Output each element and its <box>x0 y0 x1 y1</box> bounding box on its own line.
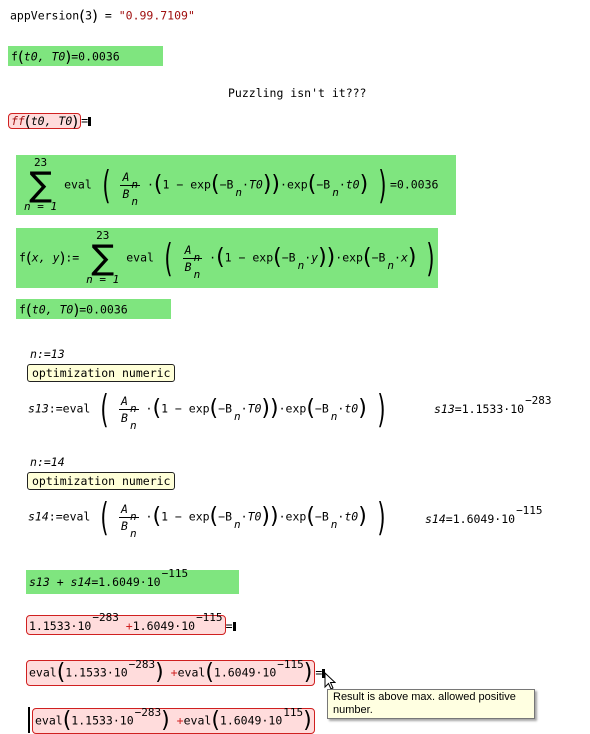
f-def-args: x, y <box>31 250 60 265</box>
err-box-2[interactable]: eval(1.1533·10−283) +eval(1.6049·10−115) <box>26 658 316 686</box>
app-version-eq: = <box>104 8 112 23</box>
f-eval-region-top[interactable]: f(t0, T0)=0.0036 <box>8 46 163 66</box>
err-line-3[interactable]: eval(1.1533·10−283) +eval(1.6049·10115) <box>32 706 315 734</box>
err-line-2[interactable]: eval(1.1533·10−283) +eval(1.6049·10−115)… <box>26 658 326 686</box>
eval-fn: eval <box>64 177 92 192</box>
f-fn: f <box>11 49 18 64</box>
sum-lower: n = 1 <box>24 200 58 213</box>
sigma-icon: ∑ <box>29 165 53 205</box>
app-version-fn: appVersion <box>10 8 80 23</box>
f-value: 0.0036 <box>78 49 120 64</box>
text-caret <box>28 707 30 733</box>
sum-eq: = <box>389 177 397 192</box>
app-version-region[interactable]: appVersion(3) = "0.99.7109" <box>10 5 195 27</box>
f-eval-region-mid[interactable]: f(t0, T0)=0.0036 <box>16 299 171 319</box>
f-def-sum: 23 ∑ n = 1 <box>86 229 120 286</box>
optimization-label-2[interactable]: optimization numeric <box>27 472 176 490</box>
ff-placeholder[interactable] <box>88 116 92 126</box>
ff-error-box[interactable]: ff(t0, T0) <box>8 112 82 130</box>
f-def-op: := <box>65 250 80 265</box>
sum-s-region[interactable]: s13 + s14=1.6049·10−115 <box>26 567 239 594</box>
err-placeholder-1[interactable] <box>232 622 236 631</box>
error-tooltip: Result is above max. allowed positive nu… <box>327 689 535 719</box>
ff-fn: ff <box>11 113 25 128</box>
a-over-b: An Bn <box>120 169 141 208</box>
err-line-1[interactable]: 1.1533·10−283 +1.6049·10−115 = <box>26 611 236 635</box>
s14-result[interactable]: s14=1.6049·10−115 <box>425 504 543 526</box>
err-box-3[interactable]: eval(1.1533·10−283) +eval(1.6049·10115) <box>32 706 315 734</box>
ff-eq: = <box>81 113 89 128</box>
err-box-1[interactable]: 1.1533·10−283 +1.6049·10−115 <box>26 611 226 635</box>
n13-region[interactable]: n:=13 <box>30 347 65 361</box>
puzzle-text[interactable]: Puzzling isn't it??? <box>228 86 366 100</box>
n14-region[interactable]: n:=14 <box>30 455 65 469</box>
sum-symbol: 23 ∑ n = 1 <box>24 157 57 213</box>
app-version-arg: 3 <box>85 8 93 23</box>
ff-args: t0, T0 <box>30 113 73 128</box>
s14-def-region[interactable]: s14:=eval ( An Bn ·(1 − exp(−Bn·T0))·exp… <box>28 498 389 540</box>
sum-eval-region[interactable]: 23 ∑ n = 1 eval ( An Bn ·(1 − exp(−Bn·T0… <box>16 155 456 215</box>
sum-value: 0.0036 <box>396 177 439 192</box>
ff-region[interactable]: ff(t0, T0) = <box>8 110 92 132</box>
optimization-label-1[interactable]: optimization numeric <box>27 364 176 382</box>
s13-result[interactable]: s13=1.1533·10−283 <box>434 394 552 416</box>
app-version-value: "0.99.7109" <box>118 8 195 23</box>
f-def-name: f <box>19 250 26 265</box>
f-def-region[interactable]: f(x, y):= 23 ∑ n = 1 eval ( An Bn ·(1 − … <box>16 228 438 288</box>
f-args: t0, T0 <box>23 49 66 64</box>
s13-def-region[interactable]: s13:=eval ( An Bn ·(1 − exp(−Bn·T0))·exp… <box>28 390 389 432</box>
